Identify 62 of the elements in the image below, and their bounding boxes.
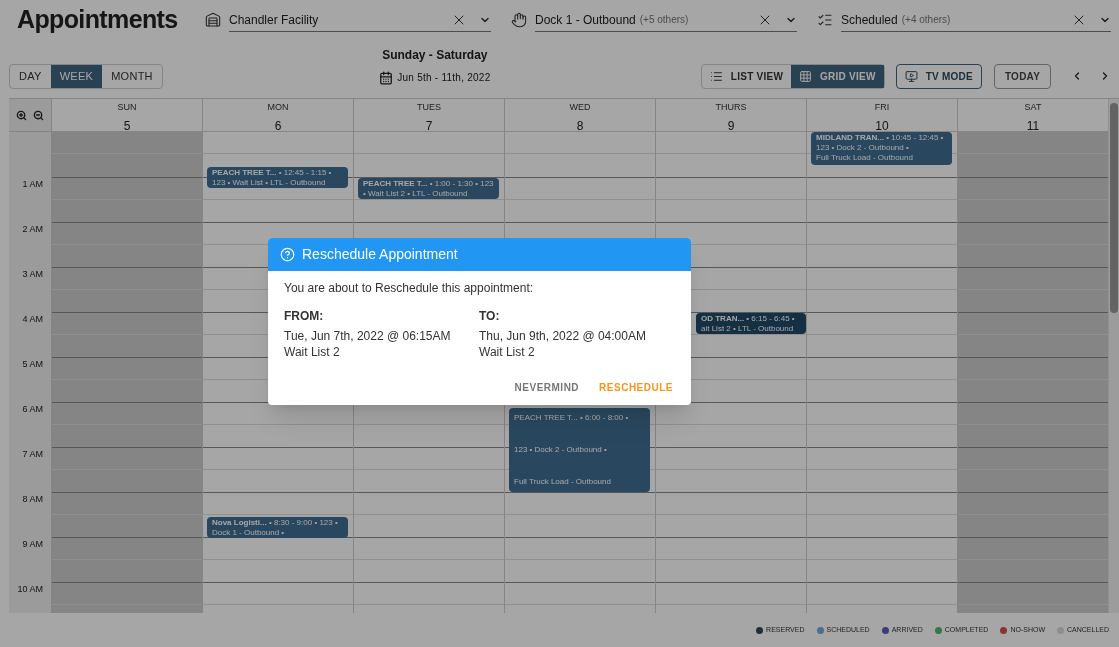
grid-icon [799, 70, 813, 83]
day-number: 7 [425, 117, 433, 135]
day-number: 11 [1026, 117, 1040, 135]
day-number: 10 [875, 117, 889, 135]
day-number: 5 [123, 117, 131, 135]
range-tab[interactable]: WEEK [50, 65, 103, 88]
day-number: 6 [274, 117, 282, 135]
day-number: 8 [576, 117, 584, 135]
appointment-event[interactable]: Nova Logisti... • 8:30 - 9:00 • 123 • Dock 1 - Outbound • [207, 517, 348, 538]
day-name: SAT [1024, 101, 1042, 114]
today-button[interactable]: TODAY [994, 64, 1051, 89]
hour-label: 1 AM [22, 178, 43, 191]
hour-label: 4 AM [22, 313, 43, 326]
calendar-icon[interactable] [379, 70, 394, 85]
list-icon [709, 70, 723, 83]
section-label: TO: [479, 308, 501, 324]
page-title: Appointments [17, 4, 179, 36]
appointment-event[interactable]: MIDLAND TRAN... • 10:45 - 12:45 • 123 • Dock 2 - Outbound • Full Truck Load - Outbound [811, 132, 952, 165]
zoom-out-icon[interactable] [33, 109, 44, 121]
range-dates: Jun 5th - 11th, 2022 [397, 71, 491, 85]
scrollbar[interactable] [1108, 99, 1119, 613]
appointment-location: Wait List 2 [284, 344, 341, 360]
appointment-time: Thu, Jun 9th, 2022 @ 04:00AM [479, 328, 647, 344]
appointment-event[interactable]: PEACH TREE T... • 6:00 - 8:00 • 123 • Dock 2 - Outbound • Full Truck Load - Outbound [509, 408, 650, 492]
cancel-button[interactable]: NEVERMIND [514, 381, 580, 394]
hour-label: 2 AM [22, 223, 43, 236]
checklist-icon [817, 12, 833, 28]
day-name: MON [267, 101, 289, 114]
range-tab[interactable]: MONTH [102, 65, 162, 88]
filter-field[interactable]: Chandler Facility [229, 8, 491, 32]
section-label: FROM: [284, 308, 325, 324]
warehouse-icon [205, 12, 221, 28]
appointment-event[interactable]: PEACH TREE T... • 12:45 - 1:15 • 123 • Wait List • LTL - Outbound [207, 167, 348, 188]
view-tab[interactable]: LIST VIEW [701, 65, 792, 88]
day-name: SUN [117, 101, 137, 114]
filter-field[interactable]: Dock 1 - Outbound (+5 others) [535, 8, 797, 32]
hour-label: 7 AM [22, 448, 43, 461]
range-title: Sunday - Saturday [382, 47, 488, 64]
hour-label: 9 AM [22, 538, 43, 551]
filter-field[interactable]: Scheduled (+4 others) [841, 8, 1111, 32]
monitor-icon [904, 70, 918, 83]
hour-label: 6 AM [22, 403, 43, 416]
appointment-time: Tue, Jun 7th, 2022 @ 06:15AM [284, 328, 452, 344]
day-name: FRI [874, 101, 890, 114]
hour-label: 10 AM [17, 583, 43, 596]
day-name: TUES [417, 101, 441, 114]
appointment-event[interactable]: PEACH TREE T... • 1:00 - 1:30 • 123 • Wait List 2 • LTL - Outbound [358, 178, 499, 199]
tv-mode-button[interactable]: TV MODE [895, 64, 982, 89]
hour-label: 5 AM [22, 358, 43, 371]
range-tab[interactable]: DAY [10, 65, 51, 88]
help-icon [280, 247, 295, 262]
appointment-location: Wait List 2 [479, 344, 536, 360]
hour-label: 3 AM [22, 268, 43, 281]
view-tab[interactable]: GRID VIEW [791, 65, 884, 88]
day-name: THURS [715, 101, 747, 114]
day-name: WED [569, 101, 591, 114]
dialog-message: You are about to Reschedule this appointment: [284, 280, 535, 296]
zoom-in-icon[interactable] [16, 109, 27, 121]
appointment-event[interactable]: OD TRAN... • 6:15 - 6:45 • ait List 2 • LTL - Outbound [696, 313, 806, 334]
hour-label: 8 AM [22, 493, 43, 506]
day-number: 9 [727, 117, 735, 135]
dialog-title: Reschedule Appointment [302, 245, 458, 264]
